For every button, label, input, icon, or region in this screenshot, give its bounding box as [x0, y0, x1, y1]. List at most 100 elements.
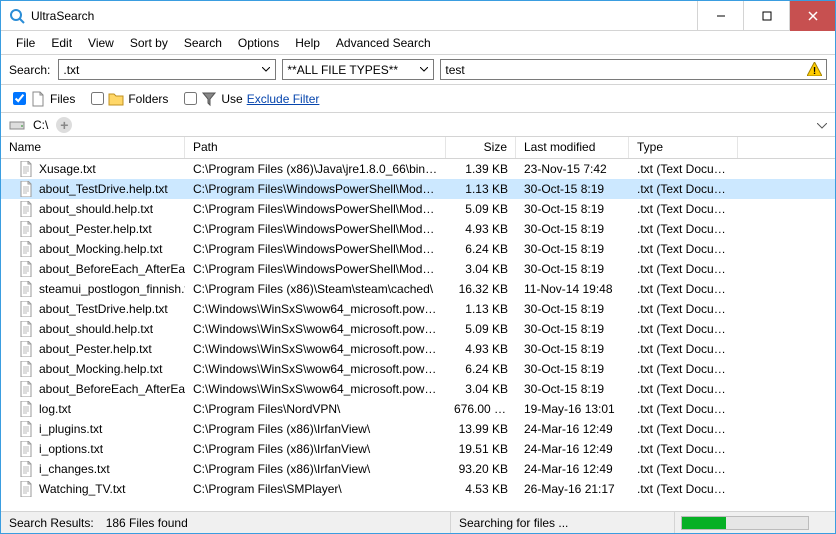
file-size: 4.93 KB	[446, 342, 516, 356]
file-name: about_Mocking.help.txt	[39, 242, 162, 256]
filetype-value: **ALL FILE TYPES**	[287, 63, 398, 77]
filetype-combo[interactable]: **ALL FILE TYPES**	[282, 59, 434, 80]
use-label: Use	[221, 92, 242, 106]
table-row[interactable]: about_should.help.txtC:\Windows\WinSxS\w…	[1, 319, 835, 339]
file-name: about_TestDrive.help.txt	[39, 302, 168, 316]
text-file-icon	[19, 401, 33, 417]
app-icon	[9, 8, 25, 24]
file-modified: 23-Nov-15 7:42	[516, 162, 629, 176]
menu-edit[interactable]: Edit	[44, 34, 79, 52]
menu-file[interactable]: File	[9, 34, 42, 52]
col-size[interactable]: Size	[446, 137, 516, 158]
file-modified: 30-Oct-15 8:19	[516, 302, 629, 316]
table-row[interactable]: about_Mocking.help.txtC:\Windows\WinSxS\…	[1, 359, 835, 379]
table-row[interactable]: about_should.help.txtC:\Program Files\Wi…	[1, 199, 835, 219]
file-size: 19.51 KB	[446, 442, 516, 456]
col-type[interactable]: Type	[629, 137, 738, 158]
table-row[interactable]: about_TestDrive.help.txtC:\Windows\WinSx…	[1, 299, 835, 319]
table-row[interactable]: i_options.txt C:\Program Files (x86)\Irfa…	[1, 439, 835, 459]
file-size: 5.09 KB	[446, 202, 516, 216]
file-modified: 30-Oct-15 8:19	[516, 242, 629, 256]
file-modified: 24-Mar-16 12:49	[516, 422, 629, 436]
exclude-filter-link[interactable]: Exclude Filter	[247, 92, 320, 106]
file-name: i_options.txt	[39, 442, 103, 456]
file-modified: 26-May-16 21:17	[516, 482, 629, 496]
table-row[interactable]: Watching_TV.txtC:\Program Files\SMPlayer…	[1, 479, 835, 499]
table-row[interactable]: about_Mocking.help.txtC:\Program Files\W…	[1, 239, 835, 259]
text-file-icon	[19, 301, 33, 317]
search-label: Search:	[9, 63, 50, 77]
table-body[interactable]: Xusage.txtC:\Program Files (x86)\Java\jr…	[1, 159, 835, 511]
text-file-icon	[19, 241, 33, 257]
col-name[interactable]: Name	[1, 137, 185, 158]
file-type: .txt (Text Docum...	[629, 302, 738, 316]
window-title: UltraSearch	[31, 9, 697, 23]
text-file-icon	[19, 461, 33, 477]
file-name: about_should.help.txt	[39, 202, 153, 216]
filter-checkbox[interactable]	[184, 92, 197, 105]
search-input[interactable]: test !	[440, 59, 827, 80]
text-file-icon	[19, 361, 33, 377]
file-type: .txt (Text Docum...	[629, 282, 738, 296]
menu-view[interactable]: View	[81, 34, 121, 52]
col-modified[interactable]: Last modified	[516, 137, 629, 158]
menu-help[interactable]: Help	[288, 34, 327, 52]
file-name: about_Pester.help.txt	[39, 342, 152, 356]
file-type: .txt (Text Docum...	[629, 262, 738, 276]
file-path: C:\Program Files (x86)\IrfanView\	[185, 442, 446, 456]
file-type: .txt (Text Docum...	[629, 322, 738, 336]
table-row[interactable]: i_changes.txtC:\Program Files (x86)\Irfa…	[1, 459, 835, 479]
drive-label[interactable]: C:\	[33, 118, 48, 132]
file-modified: 30-Oct-15 8:19	[516, 182, 629, 196]
file-type: .txt (Text Docum...	[629, 162, 738, 176]
svg-text:!: !	[813, 66, 816, 76]
titlebar: UltraSearch	[1, 1, 835, 31]
file-icon	[30, 91, 46, 107]
table-row[interactable]: about_Pester.help.txtC:\Program Files\Wi…	[1, 219, 835, 239]
file-name: about_BeforeEach_AfterEac...	[39, 262, 185, 276]
table-row[interactable]: i_plugins.txtC:\Program Files (x86)\Irfa…	[1, 419, 835, 439]
menu-search[interactable]: Search	[177, 34, 229, 52]
table-row[interactable]: Xusage.txtC:\Program Files (x86)\Java\jr…	[1, 159, 835, 179]
file-type: .txt (Text Docum...	[629, 202, 738, 216]
file-modified: 30-Oct-15 8:19	[516, 322, 629, 336]
minimize-button[interactable]	[697, 1, 743, 31]
file-modified: 30-Oct-15 8:19	[516, 382, 629, 396]
file-path: C:\Program Files (x86)\IrfanView\	[185, 462, 446, 476]
close-button[interactable]	[789, 1, 835, 31]
table-row[interactable]: log.txtC:\Program Files\NordVPN\676.00 K…	[1, 399, 835, 419]
table-row[interactable]: steamui_postlogon_finnish.txtC:\Program …	[1, 279, 835, 299]
chevron-down-icon	[416, 62, 431, 77]
file-path: C:\Windows\WinSxS\wow64_microsoft.powers…	[185, 382, 446, 396]
table-row[interactable]: about_BeforeEach_AfterEac...C:\Windows\W…	[1, 379, 835, 399]
folder-icon	[108, 91, 124, 107]
table-row[interactable]: about_TestDrive.help.txtC:\Program Files…	[1, 179, 835, 199]
file-name: Xusage.txt	[39, 162, 96, 176]
searching-label: Searching for files ...	[459, 516, 568, 530]
file-modified: 24-Mar-16 12:49	[516, 462, 629, 476]
extension-value: .txt	[63, 63, 79, 77]
table-row[interactable]: about_Pester.help.txtC:\Windows\WinSxS\w…	[1, 339, 835, 359]
text-file-icon	[19, 161, 33, 177]
chevron-down-icon[interactable]	[817, 118, 827, 132]
table-row[interactable]: about_BeforeEach_AfterEac...C:\Program F…	[1, 259, 835, 279]
extension-combo[interactable]: .txt	[58, 59, 276, 80]
maximize-button[interactable]	[743, 1, 789, 31]
text-file-icon	[19, 381, 33, 397]
menu-options[interactable]: Options	[231, 34, 286, 52]
file-modified: 30-Oct-15 8:19	[516, 362, 629, 376]
file-name: about_Pester.help.txt	[39, 222, 152, 236]
file-type: .txt (Text Docum...	[629, 442, 738, 456]
file-size: 1.39 KB	[446, 162, 516, 176]
add-drive-button[interactable]: +	[56, 117, 72, 133]
file-size: 13.99 KB	[446, 422, 516, 436]
search-row: Search: .txt **ALL FILE TYPES** test !	[1, 55, 835, 85]
menu-advanced-search[interactable]: Advanced Search	[329, 34, 438, 52]
col-path[interactable]: Path	[185, 137, 446, 158]
files-checkbox[interactable]	[13, 92, 26, 105]
folders-checkbox[interactable]	[91, 92, 104, 105]
file-type: .txt (Text Docum...	[629, 382, 738, 396]
menu-sort-by[interactable]: Sort by	[123, 34, 175, 52]
files-label: Files	[50, 92, 75, 106]
file-name: steamui_postlogon_finnish.txt	[39, 282, 185, 296]
